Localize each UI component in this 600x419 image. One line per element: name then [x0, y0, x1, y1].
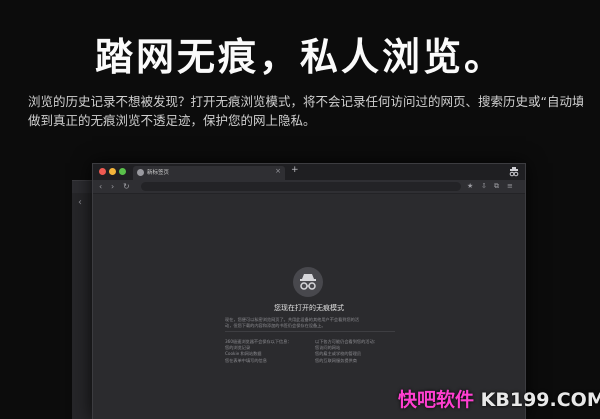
incognito-spy-icon: [293, 267, 323, 297]
reload-icon[interactable]: ↻: [123, 181, 130, 192]
watermark-prefix: 快吧软件: [398, 389, 475, 411]
new-tab-button[interactable]: +: [291, 165, 299, 175]
menu-icon[interactable]: ≡: [507, 181, 513, 192]
tab-title: 新标签页: [147, 170, 170, 176]
tab-new-tab[interactable]: 新标签页 ×: [133, 166, 285, 180]
list-item: 您的互联网服务提供商: [315, 357, 357, 363]
site-watermark: 快吧软件 KB199.COM: [398, 385, 600, 412]
browser-toolbar: ‹ › ↻ ★ ⇩ ⧉ ≡: [93, 180, 525, 194]
tab-close-icon[interactable]: ×: [275, 167, 281, 175]
headline: 踏网无痕，私人浏览。: [94, 35, 505, 79]
visible-to-list: 以下各方可能仍会看到您的活动： 您访问的网站 您的雇主或学校的管理员 您的互联网…: [315, 339, 378, 364]
bookmark-star-icon[interactable]: ★: [467, 181, 473, 192]
tab-favicon-icon: [137, 169, 144, 176]
incognito-title: 您现在打开的无痕模式: [274, 304, 344, 312]
incognito-glyph-icon: [300, 274, 316, 290]
list-item: 您在表单中填写的信息: [225, 357, 267, 363]
divider: [225, 331, 395, 332]
incognito-badge-icon: [509, 167, 519, 177]
download-icon[interactable]: ⇩: [481, 181, 487, 192]
address-bar[interactable]: [141, 182, 461, 191]
subtitle: 浏览的历史记录不想被发现？打开无痕浏览模式，将不会记录任何访问过的网页、搜索历史…: [28, 92, 583, 130]
ghost-back-icon: ‹: [78, 197, 82, 208]
browser-window: 新标签页 × + ‹ › ↻ ★ ⇩ ⧉ ≡ 您现在打开的无痕模式 现在，您便可…: [92, 163, 526, 419]
subtitle-line: 做到真正的无痕浏览不透足迹，保护您的网上隐私。: [28, 113, 316, 128]
browser-titlebar: 新标签页 × +: [93, 164, 525, 180]
maximize-window-button[interactable]: [119, 168, 126, 175]
minimize-window-button[interactable]: [109, 168, 116, 175]
close-window-button[interactable]: [99, 168, 106, 175]
incognito-description: 现在，您便可以私密浏览网页了。共用此设备的其他用户不会看到您的活 动，但您下载的…: [225, 317, 395, 329]
extensions-icon[interactable]: ⧉: [494, 181, 499, 192]
watermark-suffix: KB199.COM: [480, 389, 600, 411]
back-icon[interactable]: ‹: [99, 181, 102, 192]
description-line: 动，但您下载的内容和添加的书签仍会保存在设备上。: [225, 323, 326, 329]
forward-icon[interactable]: ›: [111, 181, 114, 192]
subtitle-line: 浏览的历史记录不想被发现？打开无痕浏览模式，将不会记录任何访问过的网页、搜索历史…: [28, 94, 583, 109]
not-saved-list: 360极速浏览器不会保存以下信息： 您的浏览记录 Cookie 和网站数据 您在…: [225, 339, 292, 364]
